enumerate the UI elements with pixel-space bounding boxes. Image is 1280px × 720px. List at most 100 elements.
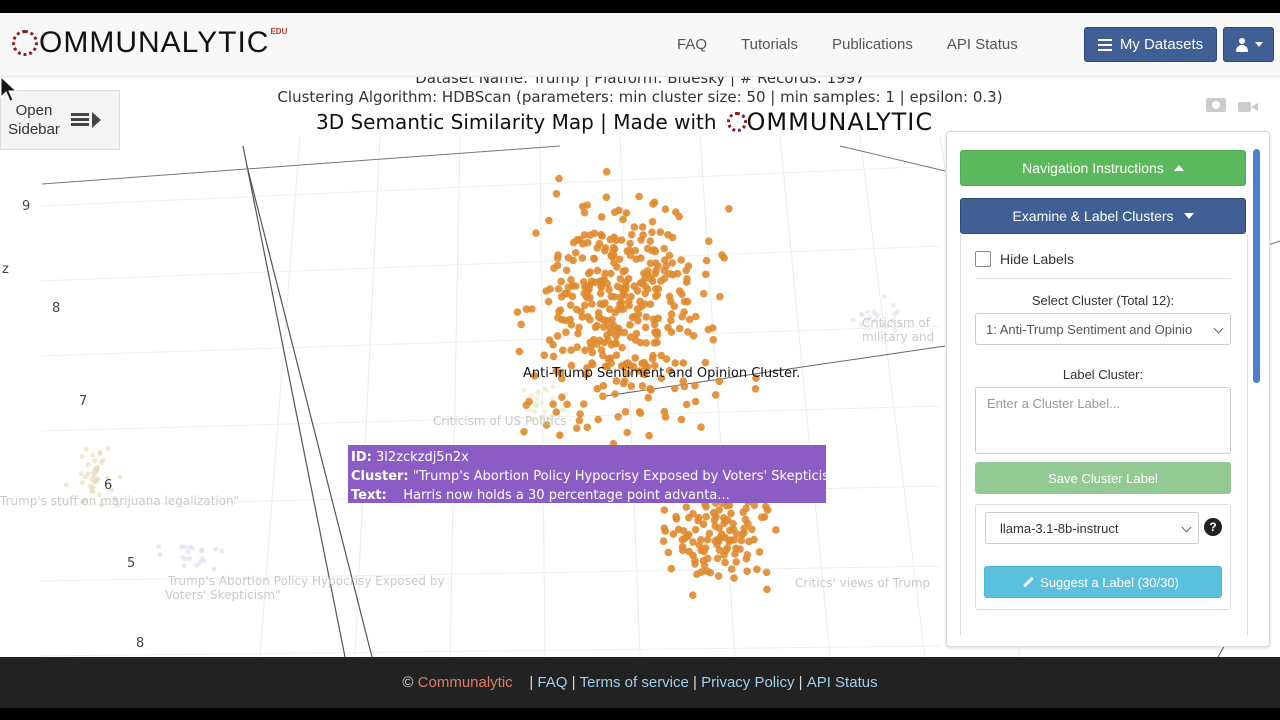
data-point[interactable]: [562, 266, 571, 275]
data-point[interactable]: [720, 254, 728, 262]
faint-point[interactable]: [890, 302, 896, 308]
data-point[interactable]: [684, 262, 693, 270]
data-point[interactable]: [642, 313, 650, 321]
data-point[interactable]: [672, 515, 681, 523]
faint-point[interactable]: [533, 403, 539, 409]
data-point[interactable]: [763, 585, 771, 594]
data-point[interactable]: [716, 292, 724, 301]
data-point[interactable]: [620, 328, 629, 337]
data-point[interactable]: [553, 254, 562, 262]
data-point[interactable]: [623, 428, 631, 437]
data-point[interactable]: [588, 348, 597, 357]
faint-point[interactable]: [156, 544, 162, 550]
data-point[interactable]: [586, 231, 595, 239]
data-point[interactable]: [627, 292, 635, 301]
data-point[interactable]: [741, 515, 750, 524]
data-point[interactable]: [601, 246, 609, 255]
data-point[interactable]: [639, 231, 647, 239]
faint-point[interactable]: [92, 474, 97, 479]
data-point[interactable]: [702, 256, 711, 265]
data-point[interactable]: [555, 174, 563, 183]
hide-labels-checkbox[interactable]: [975, 251, 991, 267]
faint-point[interactable]: [117, 474, 123, 480]
data-point[interactable]: [600, 316, 608, 324]
faint-point[interactable]: [534, 396, 540, 402]
data-point[interactable]: [704, 325, 713, 334]
data-point[interactable]: [751, 385, 760, 393]
data-point[interactable]: [730, 536, 738, 544]
data-point[interactable]: [638, 382, 647, 390]
data-point[interactable]: [607, 269, 615, 278]
data-point[interactable]: [648, 246, 656, 255]
data-point[interactable]: [665, 251, 674, 260]
faint-point[interactable]: [882, 294, 888, 300]
data-point[interactable]: [641, 323, 650, 332]
data-point[interactable]: [583, 294, 592, 302]
data-point[interactable]: [615, 255, 624, 264]
faint-point[interactable]: [79, 480, 85, 486]
faint-point[interactable]: [79, 454, 85, 460]
faint-point[interactable]: [213, 546, 219, 552]
faint-point[interactable]: [82, 474, 88, 480]
data-point[interactable]: [679, 546, 687, 555]
data-point[interactable]: [660, 506, 669, 514]
data-point[interactable]: [597, 213, 606, 221]
data-point[interactable]: [520, 428, 528, 436]
faint-point[interactable]: [542, 386, 548, 392]
data-point[interactable]: [677, 256, 685, 264]
data-point[interactable]: [605, 305, 614, 313]
data-point[interactable]: [618, 343, 626, 352]
data-point[interactable]: [763, 506, 772, 514]
data-point[interactable]: [540, 351, 549, 360]
faint-point[interactable]: [211, 566, 217, 572]
faint-point[interactable]: [187, 556, 193, 562]
data-point[interactable]: [739, 508, 747, 517]
data-point[interactable]: [617, 298, 626, 307]
data-point[interactable]: [599, 392, 607, 401]
data-point[interactable]: [661, 205, 670, 213]
video-camera-icon[interactable]: [1238, 98, 1258, 112]
data-point[interactable]: [645, 431, 653, 440]
faint-point[interactable]: [536, 388, 542, 394]
data-point[interactable]: [682, 400, 691, 409]
data-point[interactable]: [675, 324, 684, 333]
data-point[interactable]: [621, 408, 630, 416]
faint-point[interactable]: [194, 563, 200, 568]
faint-point[interactable]: [550, 384, 556, 390]
data-point[interactable]: [594, 415, 602, 424]
data-point[interactable]: [528, 305, 536, 313]
data-point[interactable]: [743, 567, 751, 575]
save-cluster-label-button[interactable]: Save Cluster Label: [975, 462, 1231, 494]
data-point[interactable]: [635, 192, 643, 201]
faint-point[interactable]: [521, 387, 527, 393]
footer-link-privacy[interactable]: Privacy Policy: [701, 674, 794, 691]
nav-link-faq[interactable]: FAQ: [677, 36, 707, 53]
data-point[interactable]: [549, 352, 558, 361]
semantic-map-plot[interactable]: Dataset Name: Trump | Platform: Bluesky …: [0, 76, 1280, 657]
faint-point[interactable]: [100, 457, 106, 463]
data-point[interactable]: [661, 413, 670, 421]
data-point[interactable]: [532, 229, 540, 237]
data-point[interactable]: [705, 529, 714, 538]
data-point[interactable]: [677, 415, 686, 424]
data-point[interactable]: [522, 401, 530, 410]
faint-point[interactable]: [850, 317, 856, 323]
data-point[interactable]: [610, 245, 619, 253]
data-point[interactable]: [567, 346, 575, 355]
faint-point[interactable]: [83, 447, 89, 453]
data-point[interactable]: [729, 520, 737, 528]
data-point[interactable]: [709, 336, 718, 344]
data-point[interactable]: [619, 215, 627, 224]
data-point[interactable]: [668, 233, 677, 242]
data-point[interactable]: [617, 236, 626, 244]
data-point[interactable]: [590, 254, 598, 263]
data-point[interactable]: [667, 316, 675, 325]
footer-link-communalytic[interactable]: Communalytic: [418, 674, 513, 691]
data-point[interactable]: [644, 393, 653, 402]
faint-point[interactable]: [538, 400, 544, 406]
data-point[interactable]: [699, 289, 708, 298]
data-point[interactable]: [604, 336, 612, 345]
faint-point[interactable]: [219, 548, 225, 554]
data-point[interactable]: [730, 574, 738, 582]
examine-label-clusters-button[interactable]: Examine & Label Clusters: [960, 198, 1246, 234]
